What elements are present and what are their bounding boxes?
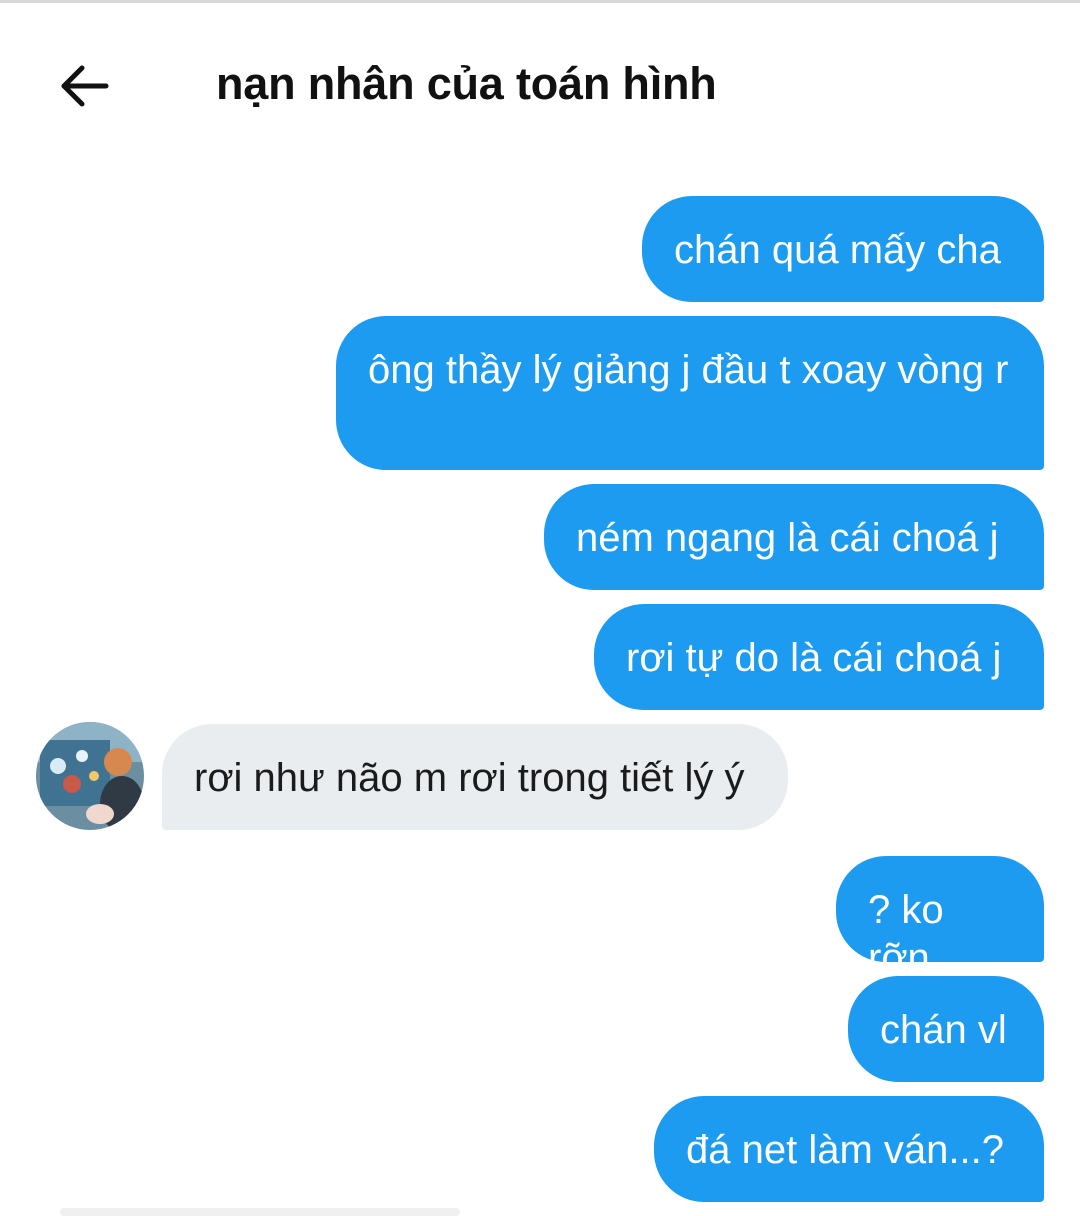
back-button[interactable]: [44, 48, 124, 128]
avatar-photo: [36, 722, 144, 830]
message-bubble-incoming[interactable]: rơi như não m rơi trong tiết lý ý: [162, 724, 788, 830]
message-text: ném ngang là cái choá j: [576, 516, 999, 560]
conversation-title: nạn nhân của toán hình: [216, 58, 717, 109]
chat-screen: nạn nhân của toán hình chán quá mấy cha …: [0, 0, 1080, 1216]
arrow-left-icon: [58, 60, 110, 117]
message-text: ? ko rỡn: [868, 888, 944, 980]
message-bubble-outgoing[interactable]: rơi tự do là cái choá j: [594, 604, 1044, 710]
message-bubble-outgoing[interactable]: đá net làm ván...?: [654, 1096, 1044, 1202]
message-bubble-outgoing[interactable]: ông thầy lý giảng j đầu t xoay vòng r: [336, 316, 1044, 470]
message-text: rơi như não m rơi trong tiết lý ý: [194, 756, 745, 800]
message-text: đá net làm ván...?: [686, 1128, 1004, 1172]
next-message-edge: [60, 1208, 460, 1216]
message-bubble-outgoing[interactable]: ném ngang là cái choá j: [544, 484, 1044, 590]
message-bubble-outgoing[interactable]: ? ko rỡn: [836, 856, 1044, 980]
avatar[interactable]: [36, 722, 144, 830]
message-text: rơi tự do là cái choá j: [626, 636, 1002, 680]
message-text: chán quá mấy cha: [674, 228, 1001, 272]
message-text: ông thầy lý giảng j đầu t xoay vòng r: [368, 348, 1009, 392]
message-text: chán vl: [880, 1008, 1007, 1052]
status-bar-edge: [0, 0, 1080, 3]
conversation-header: nạn nhân của toán hình: [0, 28, 1080, 148]
message-bubble-outgoing[interactable]: chán vl: [848, 976, 1044, 1082]
message-bubble-outgoing[interactable]: chán quá mấy cha: [642, 196, 1044, 302]
